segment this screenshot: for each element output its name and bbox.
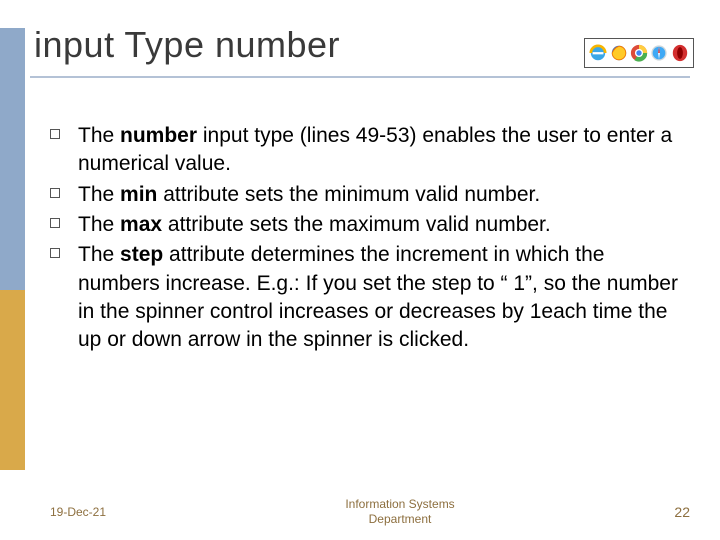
footer-dept-line2: Department (369, 512, 432, 526)
bullet-post: attribute sets the maximum valid number. (162, 213, 551, 236)
list-item: The step attribute determines the increm… (50, 241, 690, 354)
footer-dept: Information Systems Department (170, 497, 630, 526)
list-item: The number input type (lines 49-53) enab… (50, 122, 690, 179)
bullet-pre: The (78, 183, 120, 206)
footer-date: 19-Dec-21 (50, 505, 170, 519)
bullet-post: attribute determines the increment in wh… (78, 243, 678, 351)
bullet-marker-icon (50, 188, 60, 198)
footer-page: 22 (630, 504, 690, 520)
bullet-marker-icon (50, 218, 60, 228)
bullet-bold: step (120, 243, 163, 266)
bullet-list: The number input type (lines 49-53) enab… (50, 122, 690, 357)
list-item: The min attribute sets the minimum valid… (50, 181, 690, 209)
bullet-pre: The (78, 213, 120, 236)
bullet-bold: min (120, 183, 157, 206)
bullet-marker-icon (50, 248, 60, 258)
bullet-bold: max (120, 213, 162, 236)
opera-icon (671, 44, 689, 62)
bullet-pre: The (78, 124, 120, 147)
chrome-icon (630, 44, 648, 62)
sidebar-orange (0, 290, 25, 470)
sidebar-blue (0, 28, 25, 290)
slide-title: input Type number (34, 24, 340, 66)
bullet-marker-icon (50, 129, 60, 139)
bullet-post: attribute sets the minimum valid number. (157, 183, 540, 206)
slide: input Type number (0, 0, 720, 540)
list-item: The max attribute sets the maximum valid… (50, 211, 690, 239)
browser-icons-box (584, 38, 694, 68)
safari-icon (650, 44, 668, 62)
footer-dept-line1: Information Systems (345, 497, 454, 511)
bullet-pre: The (78, 243, 120, 266)
ie-icon (589, 44, 607, 62)
title-underline (30, 76, 690, 78)
bullet-bold: number (120, 124, 197, 147)
firefox-icon (610, 44, 628, 62)
footer: 19-Dec-21 Information Systems Department… (50, 497, 690, 526)
